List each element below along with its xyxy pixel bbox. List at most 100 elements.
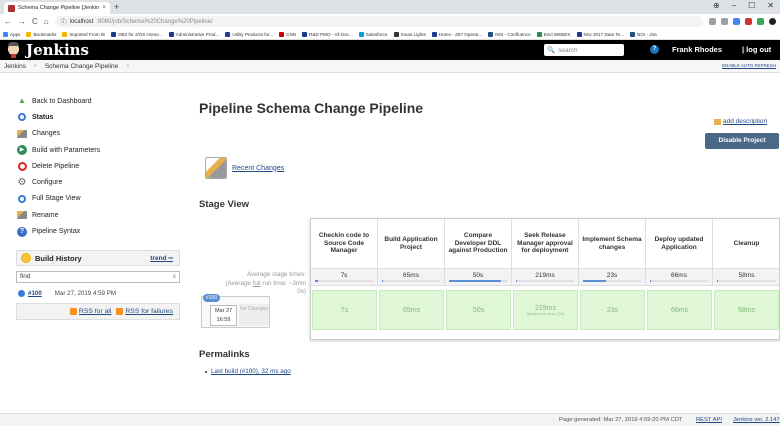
permalink-last-build[interactable]: Last build (#100), 32 ms ago bbox=[211, 368, 291, 375]
build-row[interactable]: #100 Mar 27, 2019 4:59 PM bbox=[16, 287, 180, 299]
sidebar-item-pipeline-syntax[interactable]: ? Pipeline Syntax bbox=[0, 223, 190, 239]
bookmark-item[interactable]: Bookmarks bbox=[26, 31, 56, 37]
search-box[interactable]: 🔍 search bbox=[544, 44, 624, 56]
breadcrumb-pipeline[interactable]: Schema Change Pipeline bbox=[45, 63, 118, 70]
stage-run-cell[interactable]: 7s bbox=[312, 290, 377, 330]
help-icon[interactable]: ? bbox=[650, 45, 659, 54]
zoom-icon[interactable] bbox=[709, 18, 716, 25]
maximize-button[interactable]: ☐ bbox=[748, 1, 755, 10]
jenkins-butler-icon[interactable] bbox=[5, 42, 23, 58]
sidebar-item-full-stage-view[interactable]: Full Stage View bbox=[0, 191, 190, 207]
bookmark-icon bbox=[431, 31, 437, 37]
edit-icon bbox=[714, 118, 721, 125]
breadcrumb-separator[interactable]: » bbox=[34, 63, 37, 69]
breadcrumb-jenkins[interactable]: Jenkins bbox=[4, 63, 26, 70]
notepad-icon bbox=[17, 129, 27, 138]
bookmark-item[interactable]: Utility Products for... bbox=[225, 31, 273, 37]
sidebar-tasks: ▲ Back to Dashboard Status Changes ▶ Bui… bbox=[0, 93, 190, 240]
recent-changes-link[interactable]: Recent Changes bbox=[232, 165, 284, 172]
forward-button[interactable]: → bbox=[18, 17, 26, 26]
bookmark-icon bbox=[225, 31, 231, 37]
sidebar-item-changes[interactable]: Changes bbox=[0, 126, 190, 142]
run-badge[interactable]: #100 Mar 27 16:59 No Changes bbox=[201, 294, 270, 328]
stage-run-cell[interactable]: 58ms bbox=[714, 290, 779, 330]
extension-icon[interactable] bbox=[733, 18, 740, 25]
browser-tab[interactable]: Schema Change Pipeline [Jenkins] × bbox=[4, 2, 110, 14]
bookmark-item[interactable]: NGI - Confluence bbox=[488, 31, 531, 37]
stage-average-time: 7s bbox=[340, 272, 348, 279]
logout-link[interactable]: | log out bbox=[742, 45, 771, 54]
star-icon[interactable] bbox=[721, 18, 728, 25]
bookmark-item[interactable]: CNN bbox=[279, 31, 296, 37]
bookmark-item[interactable]: Salesforce bbox=[358, 31, 388, 37]
bookmark-icon bbox=[488, 31, 494, 37]
info-icon: ⓘ bbox=[60, 20, 67, 26]
sidebar-item-status[interactable]: Status bbox=[0, 109, 190, 125]
sidebar-item-configure[interactable]: ⚙ Configure bbox=[0, 174, 190, 190]
close-window-button[interactable]: ✕ bbox=[767, 1, 774, 10]
bookmark-item[interactable]: Nov 2017 Data Te... bbox=[576, 31, 624, 37]
extension-icon[interactable] bbox=[757, 18, 764, 25]
stage-run-cell[interactable]: 219ms (paused for 1min 37s) bbox=[513, 290, 578, 330]
bookmark-item[interactable]: Apps bbox=[3, 31, 20, 37]
stage-average-time: 58ms bbox=[738, 272, 755, 279]
build-number-link[interactable]: #100 bbox=[28, 290, 42, 297]
clear-icon[interactable]: x bbox=[173, 273, 176, 280]
stage-average-time: 65ms bbox=[403, 272, 419, 279]
permalinks-title: Permalinks bbox=[199, 349, 250, 360]
sidebar-item-back-to-dashboard[interactable]: ▲ Back to Dashboard bbox=[0, 93, 190, 109]
run-number-badge[interactable]: #100 bbox=[203, 294, 221, 302]
rss-failures-link[interactable]: RSS for failures bbox=[116, 308, 173, 315]
enable-auto-refresh-link[interactable]: ENABLE AUTO REFRESH bbox=[722, 63, 776, 68]
search-input[interactable]: search bbox=[558, 47, 578, 54]
user-name-link[interactable]: Frank Rhodes bbox=[672, 45, 722, 54]
recent-changes: Recent Changes bbox=[205, 157, 284, 179]
sidebar-item-build-with-parameters[interactable]: ▶ Build with Parameters bbox=[0, 142, 190, 158]
new-tab-button[interactable]: + bbox=[114, 2, 119, 12]
stage-average-bar bbox=[449, 280, 507, 282]
disable-project-button[interactable]: Disable Project bbox=[705, 133, 779, 149]
bookmark-item[interactable]: Xmas Lights bbox=[393, 31, 426, 37]
jenkins-logo[interactable]: Jenkins bbox=[26, 41, 89, 59]
trend-link[interactable]: trend ═ bbox=[150, 255, 173, 262]
sidebar-item-label: Configure bbox=[32, 179, 63, 187]
back-button[interactable]: ← bbox=[4, 17, 12, 26]
reload-button[interactable]: C bbox=[32, 17, 38, 26]
extension-icon[interactable] bbox=[745, 18, 752, 25]
stage-run-cell[interactable]: 23s bbox=[580, 290, 645, 330]
rss-all-link[interactable]: RSS for all bbox=[69, 308, 111, 315]
bookmark-item[interactable]: Administrative Prod... bbox=[168, 31, 219, 37]
stage-run-row: 7s 65ms 50s 219ms (paused for 1min 37s) 23s 66… bbox=[311, 290, 779, 330]
address-bar[interactable]: ⓘ localhost:8080/job/Schema%20Change%20P… bbox=[54, 16, 703, 27]
stage-run-cell[interactable]: 66ms bbox=[647, 290, 712, 330]
rss-icon bbox=[69, 308, 77, 315]
bookmark-item[interactable]: Envi WEBEX bbox=[536, 31, 571, 37]
sidebar-item-rename[interactable]: Rename bbox=[0, 207, 190, 223]
bookmark-item[interactable]: NGI - Jira bbox=[630, 31, 657, 37]
full-run-link[interactable]: full bbox=[253, 280, 261, 287]
rest-api-link[interactable]: REST API bbox=[696, 417, 722, 423]
stage-header: Checkin code to Source Code Manager bbox=[311, 219, 378, 268]
sidebar-item-delete-pipeline[interactable]: Delete Pipeline bbox=[0, 158, 190, 174]
stage-header: Seek Release Manager approval for deploy… bbox=[512, 219, 579, 268]
stage-average-bar bbox=[717, 280, 776, 282]
stage-run-cell[interactable]: 65ms bbox=[379, 290, 444, 330]
bookmark-item[interactable]: DB2 for z/OS Home... bbox=[111, 31, 163, 37]
jenkins-version-link[interactable]: Jenkins ver. 2.147 bbox=[733, 417, 780, 423]
build-date-link[interactable]: Mar 27, 2019 4:59 PM bbox=[55, 290, 116, 297]
bookmark-item[interactable]: Imported From IE bbox=[62, 31, 105, 37]
home-button[interactable]: ⌂ bbox=[44, 17, 49, 26]
add-description-link[interactable]: add description bbox=[714, 118, 767, 125]
build-find-input[interactable]: find x bbox=[16, 271, 180, 283]
breadcrumb-separator[interactable]: » bbox=[126, 63, 129, 69]
minimize-button[interactable]: – bbox=[732, 1, 736, 10]
bookmark-item[interactable]: R&D PMO - All Doc... bbox=[302, 31, 353, 37]
stage-run-cell[interactable]: 50s bbox=[446, 290, 511, 330]
stage-run-time: 66ms bbox=[670, 306, 689, 314]
profile-icon[interactable]: ⊕ bbox=[713, 1, 720, 10]
tab-close-icon[interactable]: × bbox=[102, 5, 106, 11]
bookmark-label: DB2 for z/OS Home... bbox=[118, 31, 163, 37]
account-icon[interactable] bbox=[769, 18, 776, 25]
stage-average-bar bbox=[650, 280, 708, 282]
bookmark-item[interactable]: Home - Z57 Operat... bbox=[431, 31, 482, 37]
